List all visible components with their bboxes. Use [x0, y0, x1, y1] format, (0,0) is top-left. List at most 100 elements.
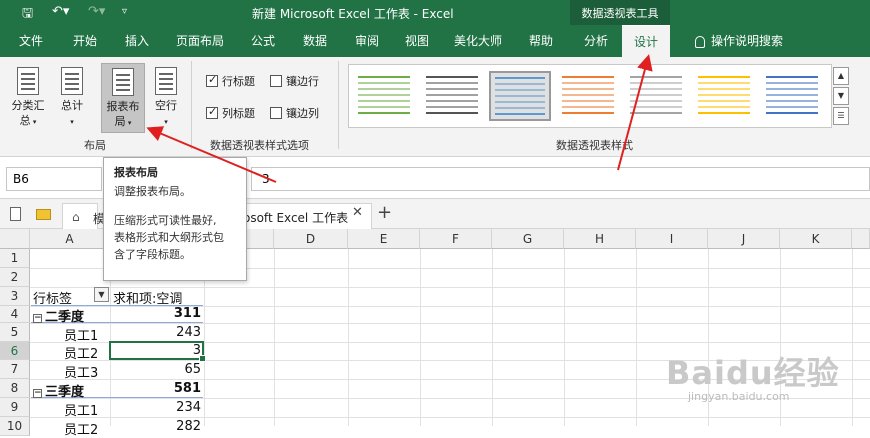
- row-header-3[interactable]: 3: [0, 287, 30, 306]
- pivot-group-q3[interactable]: − 三季度: [33, 381, 84, 400]
- column-header-f[interactable]: F: [420, 229, 492, 249]
- row-header-4[interactable]: 4: [0, 306, 30, 323]
- gallery-scroll-up-icon[interactable]: ▲: [833, 67, 849, 85]
- tab-design[interactable]: 设计: [622, 25, 670, 57]
- swatch-stripe: [698, 82, 750, 84]
- pivot-value-header[interactable]: 求和项:空调: [113, 288, 182, 307]
- new-document-icon[interactable]: [10, 207, 21, 221]
- add-tab-icon[interactable]: +: [377, 202, 392, 223]
- pivot-row-labels-header[interactable]: 行标签: [33, 288, 72, 307]
- name-box[interactable]: B6: [6, 167, 102, 191]
- pivot-item-label[interactable]: 员工1: [64, 400, 98, 419]
- column-headers-checkbox[interactable]: 列标题: [206, 105, 255, 121]
- swatch-stripe: [698, 88, 750, 90]
- select-all-corner[interactable]: [0, 229, 30, 249]
- pivot-group-q2[interactable]: − 二季度: [33, 306, 84, 325]
- pivot-item-value[interactable]: 282: [110, 419, 201, 434]
- swatch-stripe: [766, 112, 818, 114]
- row-header-6[interactable]: 6: [0, 342, 30, 360]
- style-swatch-navy[interactable]: [761, 71, 823, 121]
- tab-beautify-master[interactable]: 美化大师: [446, 25, 510, 57]
- swatch-stripe: [426, 82, 478, 84]
- gallery-scroll-down-icon[interactable]: ▼: [833, 87, 849, 105]
- column-header-l[interactable]: [852, 229, 870, 249]
- style-swatch-blue-selected[interactable]: [489, 71, 551, 121]
- column-header-a[interactable]: A: [30, 229, 110, 249]
- swatch-stripe: [698, 94, 750, 96]
- formula-input[interactable]: 3: [251, 167, 870, 191]
- tab-formulas[interactable]: 公式: [240, 25, 286, 57]
- row-header-7[interactable]: 7: [0, 360, 30, 379]
- row-headers-checkbox[interactable]: 行标题: [206, 73, 255, 89]
- pivot-group-q3-total[interactable]: 581: [110, 381, 201, 396]
- tab-analyze[interactable]: 分析: [574, 25, 618, 57]
- customize-qat-icon[interactable]: ▿: [122, 6, 127, 17]
- tab-view[interactable]: 视图: [394, 25, 440, 57]
- banded-rows-checkbox[interactable]: 镶边行: [270, 73, 319, 89]
- gallery-more-icon[interactable]: ☰: [833, 107, 849, 125]
- collapse-icon[interactable]: −: [33, 314, 42, 323]
- row-header-5[interactable]: 5: [0, 323, 30, 342]
- watermark-brand: Baidu经验: [666, 354, 840, 392]
- swatch-stripe: [358, 100, 410, 102]
- row-header-2[interactable]: 2: [0, 268, 30, 287]
- style-swatch-green[interactable]: [353, 71, 415, 121]
- column-header-e[interactable]: E: [348, 229, 420, 249]
- tab-file[interactable]: 文件: [8, 25, 54, 57]
- column-header-h[interactable]: H: [564, 229, 636, 249]
- report-layout-button[interactable]: 报表布 局 ▾: [101, 63, 145, 133]
- banded-columns-checkbox[interactable]: 镶边列: [270, 105, 319, 121]
- close-tab-icon[interactable]: ✕: [352, 205, 363, 220]
- folder-icon[interactable]: [36, 209, 51, 220]
- undo-icon[interactable]: ↶▾: [52, 4, 69, 19]
- tab-page-layout[interactable]: 页面布局: [168, 25, 232, 57]
- subtotals-button[interactable]: 分类汇 总 ▾: [8, 67, 48, 130]
- home-tab[interactable]: ⌂ 模: [62, 203, 105, 229]
- pivot-item-label[interactable]: 员工2: [64, 419, 98, 438]
- pivot-group-q2-total[interactable]: 311: [110, 306, 201, 321]
- pivot-item-label[interactable]: 员工2: [64, 343, 98, 362]
- tab-help[interactable]: 帮助: [518, 25, 564, 57]
- pivot-item-label[interactable]: 员工3: [64, 362, 98, 381]
- tab-home[interactable]: 开始: [62, 25, 108, 57]
- column-header-j[interactable]: J: [708, 229, 780, 249]
- swatch-stripe: [698, 76, 750, 78]
- style-swatch-dark[interactable]: [421, 71, 483, 121]
- style-swatch-gray[interactable]: [625, 71, 687, 121]
- collapse-icon[interactable]: −: [33, 389, 42, 398]
- swatch-stripe: [495, 77, 545, 79]
- column-header-i[interactable]: I: [636, 229, 708, 249]
- style-options-group-label: 数据透视表样式选项: [210, 139, 309, 152]
- blank-rows-button[interactable]: 空行 ▾: [150, 67, 182, 130]
- tab-insert[interactable]: 插入: [114, 25, 160, 57]
- redo-icon[interactable]: ↷▾: [88, 4, 105, 19]
- pivot-item-value[interactable]: 65: [110, 362, 201, 377]
- pivot-item-value[interactable]: 243: [110, 325, 201, 340]
- grand-totals-button[interactable]: 总计 ▾: [54, 67, 90, 130]
- row-header-1[interactable]: 1: [0, 249, 30, 268]
- tab-review[interactable]: 审阅: [344, 25, 390, 57]
- save-icon[interactable]: 🖫: [22, 4, 33, 26]
- swatch-stripe: [630, 112, 682, 114]
- column-header-d[interactable]: D: [274, 229, 348, 249]
- row-header-10[interactable]: 10: [0, 417, 30, 436]
- style-swatch-gold[interactable]: [693, 71, 755, 121]
- pivot-item-value[interactable]: 234: [110, 400, 201, 415]
- style-swatch-orange[interactable]: [557, 71, 619, 121]
- column-header-g[interactable]: G: [492, 229, 564, 249]
- swatch-stripe: [358, 76, 410, 78]
- tell-me-search[interactable]: 操作说明搜索: [684, 25, 794, 57]
- tab-data[interactable]: 数据: [292, 25, 338, 57]
- tooltip-line: 调整报表布局。: [114, 185, 191, 198]
- report-layout-tooltip: 报表布局 调整报表布局。 压缩形式可读性最好, 表格形式和大纲形式包 含了字段标…: [103, 157, 247, 281]
- column-header-k[interactable]: K: [780, 229, 852, 249]
- swatch-stripe: [495, 83, 545, 85]
- row-header-9[interactable]: 9: [0, 398, 30, 417]
- pivot-item-label[interactable]: 员工1: [64, 325, 98, 344]
- report-layout-icon: [112, 68, 134, 96]
- row-header-8[interactable]: 8: [0, 379, 30, 398]
- filter-dropdown-icon[interactable]: ▼: [94, 287, 109, 302]
- banded-rows-label: 镶边行: [286, 75, 319, 88]
- swatch-stripe: [766, 88, 818, 90]
- swatch-stripe: [630, 94, 682, 96]
